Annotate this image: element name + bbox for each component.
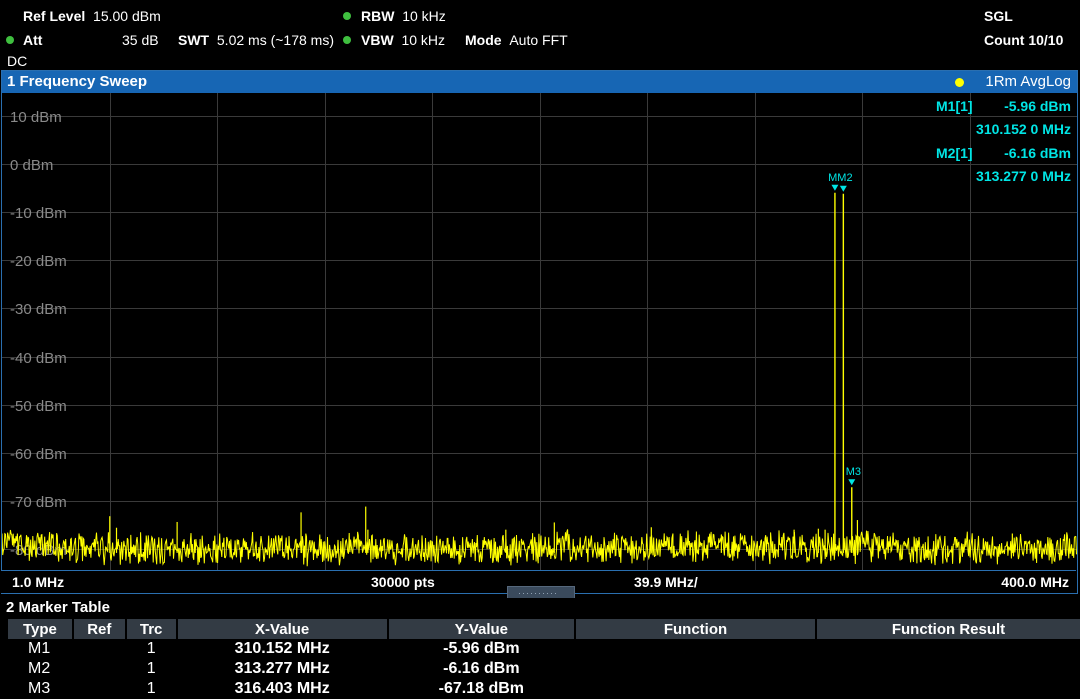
x-start-label: 1.0 MHz [12, 574, 65, 590]
spectrum-trace [2, 192, 1077, 567]
vbw-value: 10 kHz [401, 32, 446, 48]
marker-m2-icon [839, 185, 847, 192]
row-y-value: -6.16 dBm [443, 660, 520, 677]
y-tick-label: 10 dBm [10, 109, 62, 126]
y-tick-label: -40 dBm [10, 350, 67, 367]
swt[interactable]: SWT 5.02 ms (~178 ms) [178, 32, 334, 48]
att-label: Att [23, 32, 43, 48]
marker-group: MM2 M3 [828, 172, 861, 486]
col-x-value[interactable]: X-Value [176, 619, 389, 639]
y-tick-label: -30 dBm [10, 301, 67, 318]
y-tick-label: -50 dBm [10, 398, 67, 415]
sweep-count: Count 10/10 [984, 32, 1064, 48]
row-ref [73, 659, 126, 679]
y-tick-label: 0 dBm [10, 157, 53, 174]
vbw-status-icon [343, 36, 351, 44]
col-function-result[interactable]: Function Result [816, 619, 1080, 639]
marker-m1-icon [831, 184, 839, 191]
row-function-result [816, 659, 1080, 679]
row-y-value: -5.96 dBm [443, 640, 520, 657]
row-x-value: 310.152 MHz [234, 640, 330, 657]
row-trc: 1 [146, 660, 156, 677]
table-row[interactable]: M1 1 310.152 MHz -5.96 dBm [8, 639, 1080, 659]
spectrum-analyzer-screen: Ref Level 15.00 dBm Att 35 dB SWT 5.02 m… [0, 0, 1080, 699]
rbw-status-icon [343, 12, 351, 20]
row-y-value: -67.18 dBm [438, 680, 525, 697]
rbw-label: RBW [361, 8, 395, 24]
marker-table-title: 2 Marker Table [6, 599, 110, 616]
att-value: 35 dB [122, 32, 159, 48]
x-stop-label: 400.0 MHz [1001, 574, 1069, 590]
vbw[interactable]: VBW 10 kHz [361, 32, 445, 48]
trace-label: 1Rm AvgLog [985, 73, 1071, 90]
marker-readout-frequency: 313.277 0 MHz [976, 168, 1071, 184]
row-ref [73, 639, 126, 659]
swt-value: 5.02 ms (~178 ms) [216, 32, 334, 48]
marker-table-header: Type Ref Trc X-Value Y-Value Function Fu… [8, 619, 1080, 639]
trace-indicator-icon [955, 78, 964, 87]
marker-readout: M1[1] -5.96 dBm 310.152 0 MHzM2[1] -6.16 dB… [936, 98, 1071, 184]
table-row[interactable]: M3 1 316.403 MHz -67.18 dBm [8, 679, 1080, 699]
marker-readout-name: M1[1] [936, 98, 973, 114]
vbw-label: VBW [361, 32, 394, 48]
noise-floor-trace [2, 529, 1077, 567]
marker-m1-m2-flag: MM2 [828, 172, 852, 184]
rbw[interactable]: RBW 10 kHz [361, 8, 446, 24]
row-type: M1 [28, 640, 51, 657]
y-tick-label: -20 dBm [10, 253, 67, 270]
frequency-sweep-window[interactable]: 1 Frequency Sweep 1Rm AvgLog 10 dBm 0 dBm… [1, 70, 1078, 594]
col-type[interactable]: Type [8, 619, 74, 639]
marker-readout-name: M2[1] [936, 145, 973, 161]
marker-table: Type Ref Trc X-Value Y-Value Function Fu… [8, 619, 1080, 699]
y-tick-label: -10 dBm [10, 205, 67, 222]
marker-readout-level: -6.16 dBm [1004, 145, 1071, 161]
y-axis-labels: 10 dBm 0 dBm -10 dBm -20 dBm -30 dBm -40 dBm -… [10, 109, 67, 559]
row-ref [73, 679, 126, 699]
marker-readout-frequency: 310.152 0 MHz [976, 121, 1071, 137]
points-label: 30000 pts [371, 574, 435, 590]
row-x-value: 316.403 MHz [234, 680, 330, 697]
swt-label: SWT [178, 32, 210, 48]
row-trc: 1 [146, 680, 156, 697]
y-tick-label: -70 dBm [10, 494, 67, 511]
row-type: M3 [28, 680, 51, 697]
y-tick-label: -60 dBm [10, 446, 67, 463]
row-function [575, 659, 816, 679]
row-function [575, 639, 816, 659]
plot-grid [2, 93, 1077, 571]
table-row[interactable]: M2 1 313.277 MHz -6.16 dBm [8, 659, 1080, 679]
col-ref[interactable]: Ref [72, 619, 127, 639]
settings-header: Ref Level 15.00 dBm Att 35 dB SWT 5.02 m… [0, 0, 1080, 69]
x-div-label: 39.9 MHz/ [634, 574, 698, 590]
spectrum-plot[interactable]: 10 dBm 0 dBm -10 dBm -20 dBm -30 dBm -40 dBm -… [2, 93, 1077, 571]
ref-level[interactable]: Ref Level 15.00 dBm [23, 8, 161, 24]
rbw-value: 10 kHz [402, 8, 446, 24]
row-function-result [816, 639, 1080, 659]
att[interactable]: Att [23, 32, 42, 48]
att-status-icon [6, 36, 14, 44]
col-y-value[interactable]: Y-Value [387, 619, 576, 639]
ref-level-label: Ref Level [23, 8, 86, 24]
sweep-mode-label[interactable]: SGL [984, 8, 1013, 24]
ref-level-value: 15.00 dBm [93, 8, 161, 24]
coupling-label: DC [7, 53, 28, 69]
marker-readout-level: -5.96 dBm [1004, 98, 1071, 114]
row-x-value: 313.277 MHz [234, 660, 330, 677]
row-function [575, 679, 816, 699]
mode-label: Mode [465, 32, 502, 48]
diagram-title: 1 Frequency Sweep [7, 73, 148, 90]
mode-value: Auto FFT [509, 32, 568, 48]
marker-m3-flag: M3 [846, 466, 861, 478]
mode[interactable]: Mode Auto FFT [465, 32, 568, 48]
marker-m3-icon [848, 479, 856, 486]
col-function[interactable]: Function [574, 619, 818, 639]
marker-table-window: 2 Marker Table Type Ref Trc X-Value Y-Va… [0, 598, 1080, 699]
row-function-result [816, 679, 1080, 699]
row-type: M2 [28, 660, 51, 677]
frequency-sweep-title-bar[interactable]: 1 Frequency Sweep 1Rm AvgLog [2, 71, 1077, 93]
row-trc: 1 [146, 640, 156, 657]
col-trc[interactable]: Trc [125, 619, 178, 639]
